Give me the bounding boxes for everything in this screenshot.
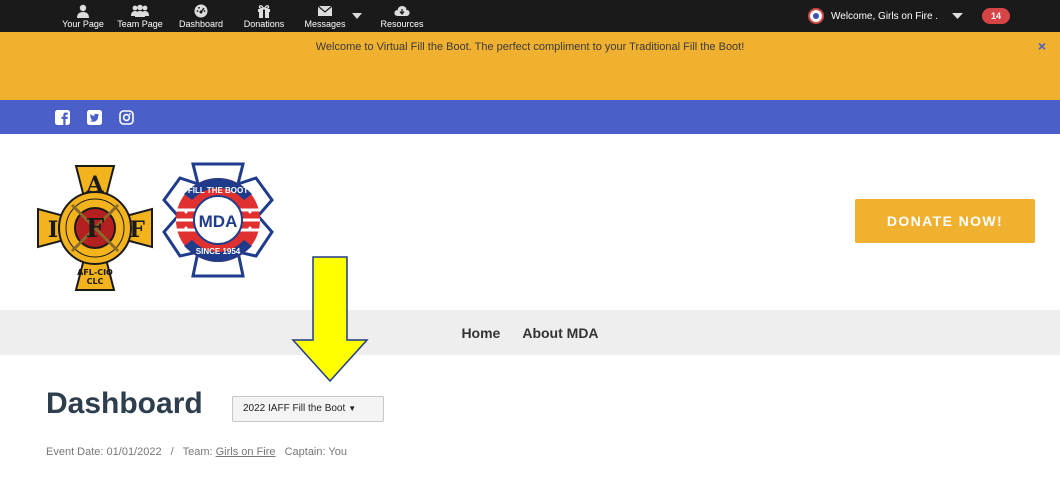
nav-about-mda-link[interactable]: About MDA bbox=[522, 325, 598, 341]
mda-logo-top-arc: FILL THE BOOT bbox=[188, 186, 248, 195]
svg-text:CLC: CLC bbox=[87, 277, 104, 286]
nav-donations-label: Donations bbox=[243, 19, 285, 29]
annotation-down-arrow-icon bbox=[291, 256, 369, 383]
team-icon bbox=[131, 4, 149, 17]
svg-text:A: A bbox=[85, 172, 104, 198]
iaff-logo[interactable]: F A I F AFL-CIO CLC bbox=[36, 163, 154, 293]
user-icon bbox=[77, 4, 89, 18]
team-name-link[interactable]: Girls on Fire bbox=[216, 446, 276, 458]
banner-text: Welcome to Virtual Fill the Boot. The pe… bbox=[315, 41, 745, 53]
nav-your-page[interactable]: Your Page bbox=[52, 0, 114, 32]
avatar bbox=[808, 8, 824, 24]
twitter-icon[interactable] bbox=[87, 110, 102, 125]
meta-separator: / bbox=[170, 446, 174, 458]
envelope-icon bbox=[317, 5, 333, 16]
nav-messages-label: Messages bbox=[304, 19, 346, 29]
event-select-dropdown[interactable]: 2022 IAFF Fill the Boot ▼ bbox=[232, 396, 384, 422]
nav-donations[interactable]: Donations bbox=[236, 0, 292, 32]
facebook-icon[interactable] bbox=[55, 110, 70, 125]
nav-your-page-label: Your Page bbox=[62, 19, 104, 29]
mda-logo-bottom-arc: SINCE 1954 bbox=[196, 247, 241, 256]
event-select-value: 2022 IAFF Fill the Boot bbox=[243, 403, 346, 414]
messages-dropdown-caret-icon[interactable] bbox=[352, 13, 362, 19]
page-title: Dashboard bbox=[46, 387, 203, 420]
instagram-icon[interactable] bbox=[119, 110, 134, 125]
captain-label: Captain: You bbox=[284, 446, 347, 458]
svg-text:AFL-CIO: AFL-CIO bbox=[77, 268, 113, 277]
event-date: Event Date: 01/01/2022 bbox=[46, 446, 162, 458]
svg-text:F: F bbox=[86, 214, 105, 244]
social-bar bbox=[0, 100, 1060, 134]
welcome-banner: Welcome to Virtual Fill the Boot. The pe… bbox=[0, 32, 1060, 100]
chevron-down-icon: ▼ bbox=[348, 404, 357, 413]
team-label: Team: bbox=[182, 446, 213, 458]
gift-icon bbox=[258, 5, 270, 18]
nav-home-link[interactable]: Home bbox=[461, 325, 500, 341]
banner-close-button[interactable]: × bbox=[1038, 38, 1046, 54]
event-meta: Event Date: 01/01/2022 / Team: Girls on … bbox=[46, 446, 347, 458]
notification-badge[interactable]: 14 bbox=[982, 8, 1010, 24]
nav-team-page[interactable]: Team Page bbox=[110, 0, 170, 32]
dashboard-icon bbox=[194, 4, 208, 18]
svg-text:F: F bbox=[129, 217, 145, 243]
nav-resources[interactable]: Resources bbox=[372, 0, 432, 32]
nav-messages[interactable]: Messages bbox=[297, 0, 353, 32]
nav-resources-label: Resources bbox=[380, 19, 424, 29]
nav-team-page-label: Team Page bbox=[117, 19, 163, 29]
donate-now-button[interactable]: DONATE NOW! bbox=[855, 199, 1035, 243]
nav-dashboard-label: Dashboard bbox=[178, 19, 224, 29]
welcome-text: Welcome, Girls on Fire . bbox=[831, 10, 939, 22]
mda-fill-the-boot-logo[interactable]: MDA FILL THE BOOT SINCE 1954 bbox=[160, 160, 276, 280]
top-toolbar: Your Page Team Page Dashboard Donations … bbox=[0, 0, 1060, 32]
main-nav: Home About MDA bbox=[0, 310, 1060, 355]
user-menu-caret-icon[interactable] bbox=[952, 13, 963, 19]
mda-logo-text: MDA bbox=[199, 212, 238, 231]
svg-text:I: I bbox=[48, 217, 58, 243]
cloud-icon bbox=[394, 6, 410, 16]
user-menu[interactable]: Welcome, Girls on Fire . bbox=[808, 0, 938, 32]
nav-dashboard[interactable]: Dashboard bbox=[172, 0, 230, 32]
